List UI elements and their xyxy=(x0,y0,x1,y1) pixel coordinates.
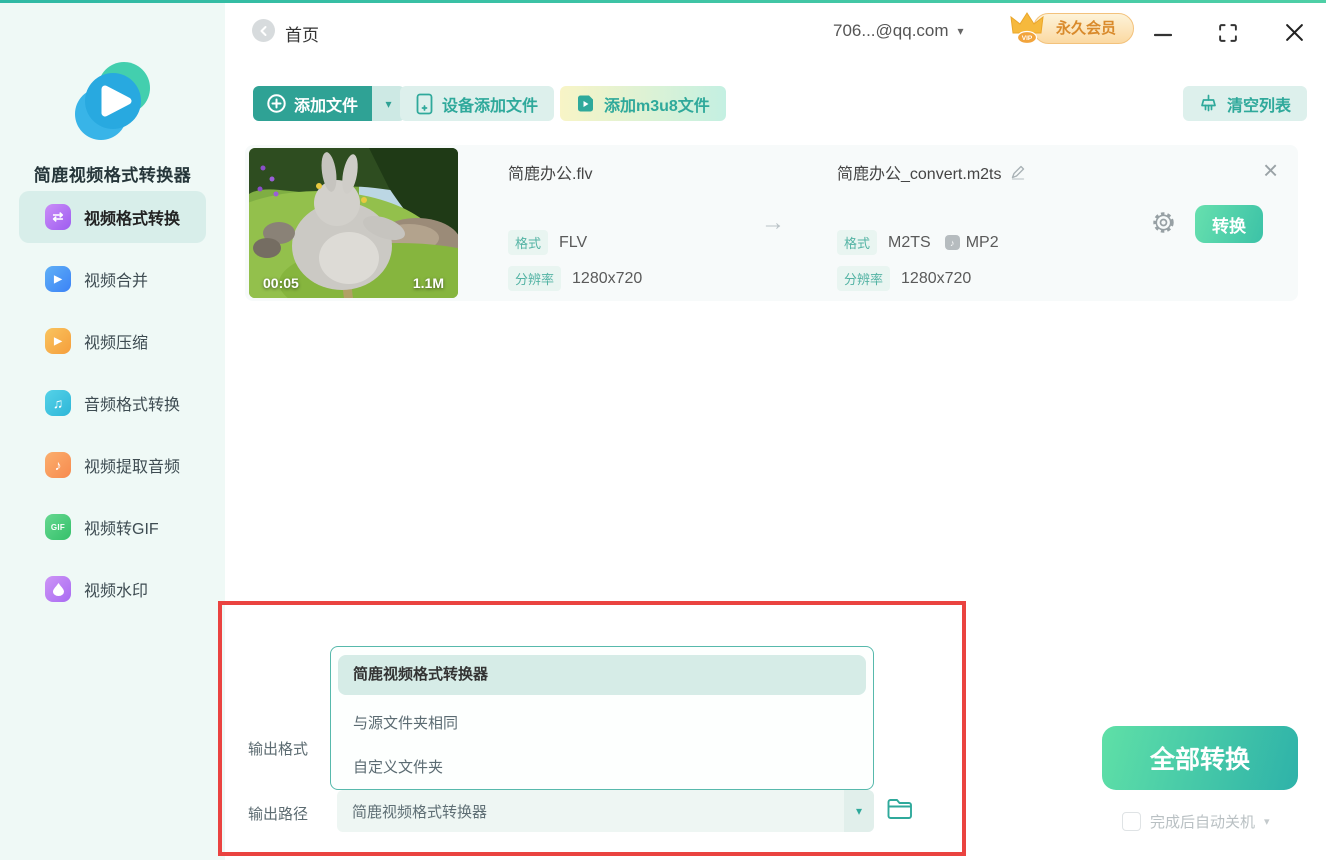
audio-codec-icon: ♪ xyxy=(945,235,960,250)
format-tag: 格式 xyxy=(508,230,548,255)
source-format-value: FLV xyxy=(559,234,587,252)
output-format-label: 输出格式 xyxy=(248,738,308,759)
chevron-down-icon: ▾ xyxy=(856,804,862,818)
resolution-tag: 分辨率 xyxy=(508,266,561,291)
convert-button[interactable]: 转换 xyxy=(1195,205,1263,243)
gear-icon xyxy=(1150,209,1177,236)
add-file-button[interactable]: 添加文件 xyxy=(253,86,372,121)
resolution-tag: 分辨率 xyxy=(837,266,890,291)
output-path-field: ▾ xyxy=(337,790,874,832)
vip-label: 永久会员 xyxy=(1033,13,1134,44)
crown-icon: VIP xyxy=(1006,10,1048,46)
chevron-down-icon: ▾ xyxy=(958,24,964,38)
sidebar-item-video-to-gif[interactable]: GIF 视频转GIF xyxy=(19,501,206,553)
sidebar-item-video-compress[interactable]: ▶ 视频压缩 xyxy=(19,315,206,367)
minimize-icon xyxy=(1154,33,1172,37)
audio-convert-icon: ♫ xyxy=(45,390,71,416)
video-to-gif-icon: GIF xyxy=(45,514,71,540)
phone-icon xyxy=(416,93,433,115)
remove-file-button[interactable]: × xyxy=(1263,157,1278,183)
video-watermark-icon xyxy=(45,576,71,602)
dropdown-option-selected[interactable]: 简鹿视频格式转换器 xyxy=(338,655,866,695)
account-menu[interactable]: 706...@qq.com ▾ xyxy=(833,21,964,41)
browse-folder-button[interactable] xyxy=(886,797,914,826)
video-file-icon xyxy=(576,94,595,113)
shutdown-label: 完成后自动关机 xyxy=(1150,811,1255,832)
sidebar-item-video-convert[interactable]: ⇄ 视频格式转换 xyxy=(19,191,206,243)
output-path-dropdown-toggle[interactable]: ▾ xyxy=(844,790,874,832)
back-arrow-icon xyxy=(258,25,270,37)
video-compress-icon: ▶ xyxy=(45,328,71,354)
device-add-file-button[interactable]: 设备添加文件 xyxy=(400,86,554,121)
source-filename: 简鹿办公.flv xyxy=(508,160,592,184)
sidebar-item-extract-audio[interactable]: ♪ 视频提取音频 xyxy=(19,439,206,491)
video-merge-icon: ▶ xyxy=(45,266,71,292)
file-list-item: 00:05 1.1M 简鹿办公.flv 格式 FLV 分辨率 1280x720 … xyxy=(245,145,1298,301)
window-close-button[interactable] xyxy=(1282,20,1306,44)
video-filesize: 1.1M xyxy=(413,275,444,291)
sidebar-item-video-merge[interactable]: ▶ 视频合并 xyxy=(19,253,206,305)
app-logo-icon xyxy=(65,55,160,150)
dropdown-option[interactable]: 与源文件夹相同 xyxy=(331,709,873,739)
page-title: 首页 xyxy=(285,21,319,46)
chevron-down-icon: ▾ xyxy=(386,97,392,111)
close-icon xyxy=(1285,23,1304,42)
shutdown-after-done-option: 完成后自动关机 ▾ xyxy=(1122,811,1270,832)
output-format-value: M2TS xyxy=(888,234,931,252)
svg-text:VIP: VIP xyxy=(1022,35,1033,42)
item-settings-button[interactable] xyxy=(1150,209,1177,241)
shutdown-checkbox[interactable] xyxy=(1122,812,1141,831)
add-m3u8-button[interactable]: 添加m3u8文件 xyxy=(560,86,726,121)
add-file-split-button: 添加文件 ▾ xyxy=(253,86,405,121)
output-path-label: 输出路径 xyxy=(248,803,308,824)
output-path-dropdown: 简鹿视频格式转换器 与源文件夹相同 自定义文件夹 xyxy=(330,646,874,790)
sidebar-item-audio-convert[interactable]: ♫ 音频格式转换 xyxy=(19,377,206,429)
output-path-input[interactable] xyxy=(337,790,874,832)
window-minimize-button[interactable] xyxy=(1152,24,1174,46)
back-button[interactable] xyxy=(252,19,275,42)
maximize-icon xyxy=(1219,24,1237,42)
app-title: 简鹿视频格式转换器 xyxy=(0,161,225,186)
output-resolution-value: 1280x720 xyxy=(901,270,971,288)
sidebar: 简鹿视频格式转换器 ⇄ 视频格式转换 ▶ 视频合并 ▶ 视频压缩 ♫ 音频格式转… xyxy=(0,3,225,860)
sidebar-item-video-watermark[interactable]: 视频水印 xyxy=(19,563,206,615)
format-tag: 格式 xyxy=(837,230,877,255)
edit-pencil-icon[interactable] xyxy=(1010,164,1026,180)
app-logo: 简鹿视频格式转换器 xyxy=(0,55,225,186)
sidebar-menu: ⇄ 视频格式转换 ▶ 视频合并 ▶ 视频压缩 ♫ 音频格式转换 ♪ 视频提取音频… xyxy=(0,191,225,625)
arrow-right-icon: → xyxy=(761,209,785,237)
account-email: 706...@qq.com xyxy=(833,21,949,41)
app-window: 简鹿视频格式转换器 ⇄ 视频格式转换 ▶ 视频合并 ▶ 视频压缩 ♫ 音频格式转… xyxy=(0,0,1326,860)
dropdown-option[interactable]: 自定义文件夹 xyxy=(331,753,873,783)
source-resolution-value: 1280x720 xyxy=(572,270,642,288)
clear-list-button[interactable]: 清空列表 xyxy=(1183,86,1307,121)
output-filename: 简鹿办公_convert.m2ts xyxy=(837,160,1002,184)
output-audio-codec: MP2 xyxy=(966,234,999,252)
folder-icon xyxy=(886,797,914,821)
video-convert-icon: ⇄ xyxy=(45,204,71,230)
video-thumbnail[interactable]: 00:05 1.1M xyxy=(249,148,458,298)
window-maximize-button[interactable] xyxy=(1217,22,1239,44)
video-duration: 00:05 xyxy=(263,275,299,291)
broom-icon xyxy=(1199,94,1218,113)
convert-all-button[interactable]: 全部转换 xyxy=(1102,726,1298,790)
plus-circle-icon xyxy=(267,94,286,113)
chevron-down-icon[interactable]: ▾ xyxy=(1264,815,1270,828)
vip-badge[interactable]: VIP 永久会员 xyxy=(1006,10,1134,46)
extract-audio-icon: ♪ xyxy=(45,452,71,478)
